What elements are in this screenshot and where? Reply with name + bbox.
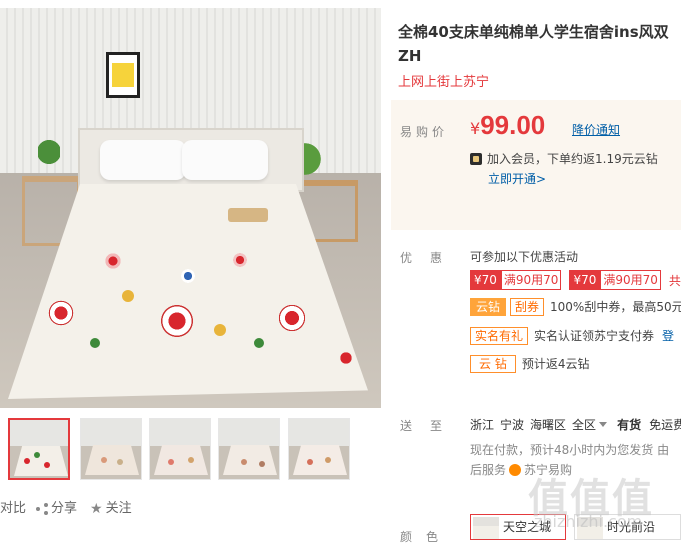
flower-print [214, 324, 226, 336]
cloud-diamond-text: 预计返4云钻 [521, 357, 590, 371]
price: ¥99.00 [470, 110, 545, 141]
thumbnail-2[interactable] [80, 418, 142, 480]
thumbnail-3[interactable] [149, 418, 211, 480]
service-prefix: 后服务 [470, 463, 507, 477]
flower-print [278, 304, 306, 332]
product-subtitle: 上网上街上苏宁 [398, 75, 490, 90]
price-label: 易购价 [400, 125, 449, 139]
flower-print [48, 300, 74, 326]
coupon-condition: 满90用70 [600, 270, 661, 290]
realname-promo[interactable]: 实名有礼 实名认证领苏宁支付券登 [470, 327, 674, 347]
yunzuan-text: 100%刮中券，最高50元无 [550, 300, 681, 314]
flower-print [180, 268, 196, 284]
follow-label: 关注 [105, 501, 132, 516]
star-icon: ★ [90, 500, 103, 517]
vip-icon [470, 153, 482, 165]
site-watermark-url: zhizhizhi.com [534, 512, 643, 531]
thumbnail-5[interactable] [288, 418, 350, 480]
tray [228, 208, 268, 222]
pillow [182, 140, 268, 180]
coupon-more-link[interactable]: 共2 [669, 274, 681, 288]
cloud-diamond-tag: 云 钻 [470, 355, 516, 373]
flower-print [104, 252, 122, 270]
main-product-image[interactable] [0, 8, 381, 408]
ship-province: 浙江 [470, 418, 495, 432]
color-label: 颜色 [400, 530, 453, 544]
compare-button[interactable]: 对比 [0, 497, 26, 516]
coupon-row: ¥70满90用70¥70满90用70共2 [470, 270, 681, 290]
share-label: 分享 [51, 501, 78, 516]
coupon[interactable]: ¥70 满90用70 [470, 270, 562, 290]
realname-text: 实名认证领苏宁支付券 [534, 329, 655, 343]
ship-location[interactable]: 浙江 宁波 海曙区 全区 有货 免运费 [470, 416, 681, 433]
ship-area: 全区 [572, 418, 597, 432]
follow-button[interactable]: ★ 关注 [90, 497, 132, 517]
ship-district: 海曙区 [530, 418, 567, 432]
chevron-down-icon [599, 422, 608, 427]
realname-tag: 实名有礼 [470, 327, 529, 345]
free-shipping: 免运费 [649, 418, 681, 432]
compare-label: 对比 [0, 501, 27, 516]
thumbnail-1[interactable] [8, 418, 70, 480]
coupon[interactable]: ¥70 满90用70 [569, 270, 661, 290]
price-value: 99.00 [480, 110, 546, 140]
open-vip-link[interactable]: 立即开通> [488, 170, 546, 187]
share-icon [36, 502, 48, 515]
ship-city: 宁波 [500, 418, 525, 432]
flower-print [232, 252, 248, 268]
flower-print [336, 348, 356, 368]
flower-print [160, 304, 194, 338]
coupon-amount: ¥70 [470, 270, 501, 290]
promo-label: 优惠 [400, 251, 461, 265]
yunzuan-tag: 云钻 [470, 298, 507, 316]
stock-status: 有货 [617, 418, 642, 432]
scratch-tag: 刮券 [510, 298, 545, 316]
pillow [100, 140, 186, 180]
wall-frame [106, 52, 140, 98]
promo-intro: 可参加以下优惠活动 [470, 250, 579, 264]
flower-print [254, 338, 264, 348]
ship-to-label: 送至 [400, 419, 461, 433]
vip-text: 加入会员，下单约返1.19元云钻 [487, 152, 658, 166]
coupon-amount: ¥70 [569, 270, 601, 290]
cloud-diamond-promo: 云 钻预计返4云钻 [470, 355, 589, 375]
price-currency: ¥ [470, 119, 481, 138]
coupon-condition: 满90用70 [500, 270, 562, 290]
delivery-note: 现在付款，预计48小时内为您发货 由 [470, 443, 670, 457]
product-title-continued: ZH [398, 47, 422, 65]
vip-promo: 加入会员，下单约返1.19元云钻 [470, 150, 658, 167]
thumbnail-strip [8, 418, 368, 482]
color-swatch-image [473, 517, 499, 539]
plant-left [38, 136, 60, 176]
yunzuan-promo[interactable]: 云钻刮券 100%刮中券，最高50元无 [470, 298, 681, 318]
realname-login-link[interactable]: 登 [662, 329, 674, 343]
flower-print [90, 338, 100, 348]
suning-logo-icon [509, 464, 522, 476]
share-button[interactable]: 分享 [36, 497, 77, 516]
thumbnail-4[interactable] [218, 418, 280, 480]
flower-print [122, 290, 134, 302]
product-title: 全棉40支床单纯棉单人学生宿舍ins风双 [398, 23, 669, 41]
price-drop-notice-link[interactable]: 降价通知 [572, 121, 620, 138]
